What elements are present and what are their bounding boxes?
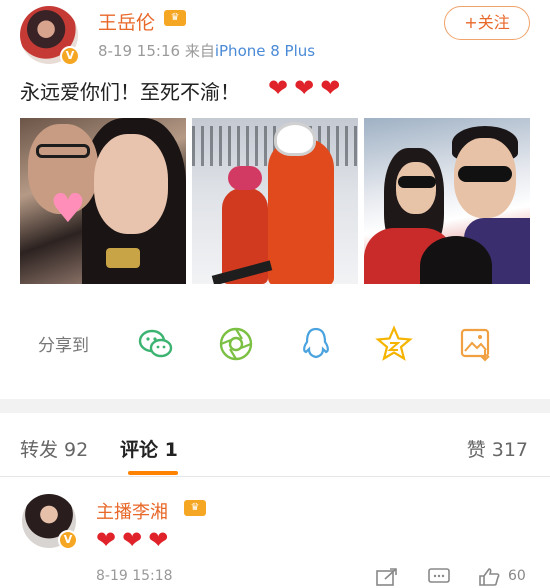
share-row: 分享到 <box>0 318 550 368</box>
comment-item: V 主播李湘 ♛ ❤ ❤ ❤ 8-19 15:18 60 <box>0 478 550 588</box>
comment-time: 8-19 15:18 <box>96 568 173 584</box>
adult-skier-shape <box>268 138 334 284</box>
tab-comment[interactable]: 评论 1 <box>120 435 178 462</box>
heart-emoji: ❤ <box>268 74 289 102</box>
helmet-shape <box>274 122 316 156</box>
like-icon[interactable] <box>478 568 502 588</box>
photo-couple[interactable]: ♥ <box>20 118 186 284</box>
heart-emoji: ❤ <box>96 526 117 554</box>
post-text: 永远爱你们！至死不渝！ <box>20 80 240 104</box>
glasses-shape <box>36 144 90 158</box>
share-icon[interactable] <box>376 568 398 588</box>
photo-ski[interactable] <box>192 118 358 284</box>
tab-likes[interactable]: 赞 317 <box>467 435 528 462</box>
pink-heart-sticker: ♥ <box>50 186 86 232</box>
crown-icon: ♛ <box>184 500 206 516</box>
follow-button[interactable]: +关注 <box>444 6 530 40</box>
woman-face-shape <box>396 162 436 214</box>
commenter-avatar[interactable]: V <box>22 494 78 550</box>
gold-watch-shape <box>106 248 140 268</box>
author-name[interactable]: 王岳伦 <box>98 8 155 35</box>
post-header: V 王岳伦 ♛ 8-19 15:16 来自iPhone 8 Plus +关注 <box>0 0 550 68</box>
goggles-shape <box>228 166 262 190</box>
qzone-icon[interactable] <box>374 324 414 364</box>
tab-repost[interactable]: 转发 92 <box>20 435 88 462</box>
crown-icon: ♛ <box>164 10 186 26</box>
sunglasses-shape <box>398 176 436 188</box>
qq-icon[interactable] <box>296 324 336 364</box>
heart-emoji: ❤ <box>320 74 341 102</box>
wechat-icon[interactable] <box>136 324 176 364</box>
active-tab-indicator <box>128 471 178 475</box>
verified-badge: V <box>60 46 80 66</box>
source-client[interactable]: iPhone 8 Plus <box>215 42 315 60</box>
verified-badge: V <box>58 530 78 550</box>
commenter-name[interactable]: 主播李湘 <box>96 498 168 524</box>
sunglasses-shape <box>458 166 512 182</box>
post-meta: 8-19 15:16 来自iPhone 8 Plus <box>98 40 315 61</box>
post-hearts: ❤ ❤ ❤ <box>268 74 346 102</box>
share-label: 分享到 <box>38 336 89 356</box>
post-date: 8-19 15:16 <box>98 42 181 60</box>
heart-emoji: ❤ <box>294 74 315 102</box>
comment-hearts: ❤ ❤ ❤ <box>96 526 174 554</box>
section-divider <box>0 399 550 413</box>
weibo-post-page: V 王岳伦 ♛ 8-19 15:16 来自iPhone 8 Plus +关注 永… <box>0 0 550 588</box>
moments-icon[interactable] <box>216 324 256 364</box>
reply-icon[interactable] <box>428 568 452 588</box>
like-count: 60 <box>508 568 526 584</box>
author-avatar[interactable]: V <box>20 6 80 66</box>
photo-family[interactable] <box>364 118 530 284</box>
album-icon[interactable] <box>456 324 496 364</box>
woman-face-shape <box>94 134 168 234</box>
source-prefix: 来自 <box>184 42 215 60</box>
heart-emoji: ❤ <box>148 526 169 554</box>
interaction-tabs: 转发 92 评论 1 赞 317 <box>0 413 550 477</box>
heart-emoji: ❤ <box>122 526 143 554</box>
